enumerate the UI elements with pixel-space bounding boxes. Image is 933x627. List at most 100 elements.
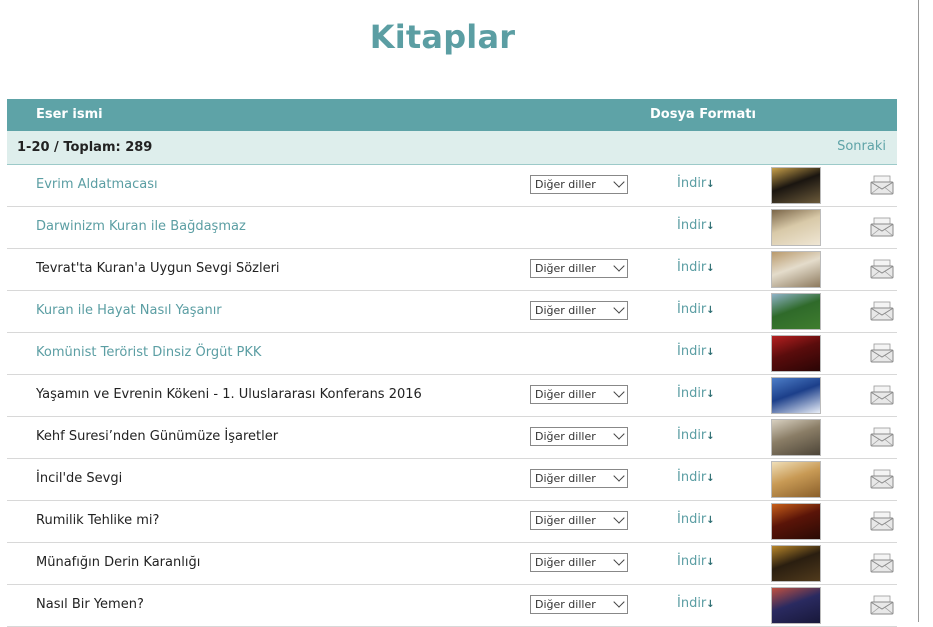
language-select-value: Diğer diller [535,388,596,401]
table-row: İncil'de Sevgi Diğer diller İndir↓ [7,459,897,501]
envelope-icon[interactable] [870,343,894,363]
download-label: İndir [677,218,707,233]
download-link[interactable]: İndir↓ [677,554,715,569]
arrow-down-icon: ↓ [706,305,715,316]
language-select[interactable]: Diğer diller [530,301,628,320]
table-row: Rumilik Tehlike mi? Diğer diller İndir↓ [7,501,897,543]
book-title-link[interactable]: İncil'de Sevgi [36,471,122,486]
book-cover-image[interactable] [771,503,821,540]
book-title-link[interactable]: Tevrat'ta Kuran'a Uygun Sevgi Sözleri [36,261,280,276]
language-select-value: Diğer diller [535,262,596,275]
book-cover-image[interactable] [771,335,821,372]
chevron-down-icon [613,428,625,440]
language-select[interactable]: Diğer diller [530,595,628,614]
book-title-link[interactable]: Yaşamın ve Evrenin Kökeni - 1. Uluslarar… [36,387,422,402]
book-title-link[interactable]: Rumilik Tehlike mi? [36,513,159,528]
language-select-value: Diğer diller [535,514,596,527]
language-select-value: Diğer diller [535,430,596,443]
arrow-down-icon: ↓ [706,179,715,190]
download-link[interactable]: İndir↓ [677,260,715,275]
table-row: Kuran ile Hayat Nasıl Yaşanır Diğer dille… [7,291,897,333]
next-page-link[interactable]: Sonraki [837,139,886,154]
envelope-icon[interactable] [870,175,894,195]
download-link[interactable]: İndir↓ [677,344,715,359]
book-title-link[interactable]: Nasıl Bir Yemen? [36,597,144,612]
book-cover-image[interactable] [771,377,821,414]
download-label: İndir [677,596,707,611]
download-label: İndir [677,512,707,527]
scrollbar-edge [918,0,933,622]
table-row: Darwinizm Kuran ile Bağdaşmaz İndir↓ [7,207,897,249]
book-cover-image[interactable] [771,545,821,582]
download-link[interactable]: İndir↓ [677,470,715,485]
language-select[interactable]: Diğer diller [530,427,628,446]
download-link[interactable]: İndir↓ [677,176,715,191]
book-cover-image[interactable] [771,461,821,498]
chevron-down-icon [613,176,625,188]
arrow-down-icon: ↓ [706,389,715,400]
download-label: İndir [677,260,707,275]
download-label: İndir [677,470,707,485]
language-select[interactable]: Diğer diller [530,469,628,488]
envelope-icon[interactable] [870,259,894,279]
chevron-down-icon [613,554,625,566]
language-select-value: Diğer diller [535,472,596,485]
envelope-icon[interactable] [870,217,894,237]
envelope-icon[interactable] [870,427,894,447]
table-header: Eser ismi Dosya Formatı [7,99,897,131]
download-link[interactable]: İndir↓ [677,218,715,233]
download-label: İndir [677,428,707,443]
language-select[interactable]: Diğer diller [530,553,628,572]
download-link[interactable]: İndir↓ [677,428,715,443]
download-link[interactable]: İndir↓ [677,512,715,527]
book-cover-image[interactable] [771,419,821,456]
envelope-icon[interactable] [870,385,894,405]
book-title-link[interactable]: Münafığın Derin Karanlığı [36,555,200,570]
download-link[interactable]: İndir↓ [677,302,715,317]
book-title-link[interactable]: Kehf Suresi’nden Günümüze İşaretler [36,429,278,444]
table-row: Evrim Aldatmacası Diğer diller İndir↓ [7,165,897,207]
arrow-down-icon: ↓ [706,473,715,484]
book-cover-image[interactable] [771,293,821,330]
download-label: İndir [677,386,707,401]
arrow-down-icon: ↓ [706,263,715,274]
download-link[interactable]: İndir↓ [677,596,715,611]
book-title-link[interactable]: Kuran ile Hayat Nasıl Yaşanır [36,303,222,318]
chevron-down-icon [613,302,625,314]
download-label: İndir [677,554,707,569]
chevron-down-icon [613,512,625,524]
language-select[interactable]: Diğer diller [530,259,628,278]
chevron-down-icon [613,596,625,608]
book-title-link[interactable]: Evrim Aldatmacası [36,177,158,192]
book-cover-image[interactable] [771,167,821,204]
book-title-link[interactable]: Komünist Terörist Dinsiz Örgüt PKK [36,345,261,360]
chevron-down-icon [613,470,625,482]
table-row: Kehf Suresi’nden Günümüze İşaretler Diğer… [7,417,897,459]
download-link[interactable]: İndir↓ [677,386,715,401]
language-select-value: Diğer diller [535,304,596,317]
envelope-icon[interactable] [870,595,894,615]
book-cover-image[interactable] [771,209,821,246]
table-body: Evrim Aldatmacası Diğer diller İndir↓ Darwi… [7,165,897,627]
chevron-down-icon [613,260,625,272]
language-select[interactable]: Diğer diller [530,511,628,530]
arrow-down-icon: ↓ [706,221,715,232]
envelope-icon[interactable] [870,511,894,531]
chevron-down-icon [613,386,625,398]
table-row: Münafığın Derin Karanlığı Diğer diller İnd… [7,543,897,585]
download-label: İndir [677,302,707,317]
book-title-link[interactable]: Darwinizm Kuran ile Bağdaşmaz [36,219,246,234]
envelope-icon[interactable] [870,301,894,321]
arrow-down-icon: ↓ [706,599,715,610]
result-count: 1-20 / Toplam: 289 [17,140,153,155]
envelope-icon[interactable] [870,553,894,573]
download-label: İndir [677,344,707,359]
envelope-icon[interactable] [870,469,894,489]
table-row: Komünist Terörist Dinsiz Örgüt PKK İndir↓ [7,333,897,375]
arrow-down-icon: ↓ [706,347,715,358]
language-select[interactable]: Diğer diller [530,175,628,194]
book-cover-image[interactable] [771,587,821,624]
book-cover-image[interactable] [771,251,821,288]
language-select[interactable]: Diğer diller [530,385,628,404]
header-name: Eser ismi [36,107,103,122]
